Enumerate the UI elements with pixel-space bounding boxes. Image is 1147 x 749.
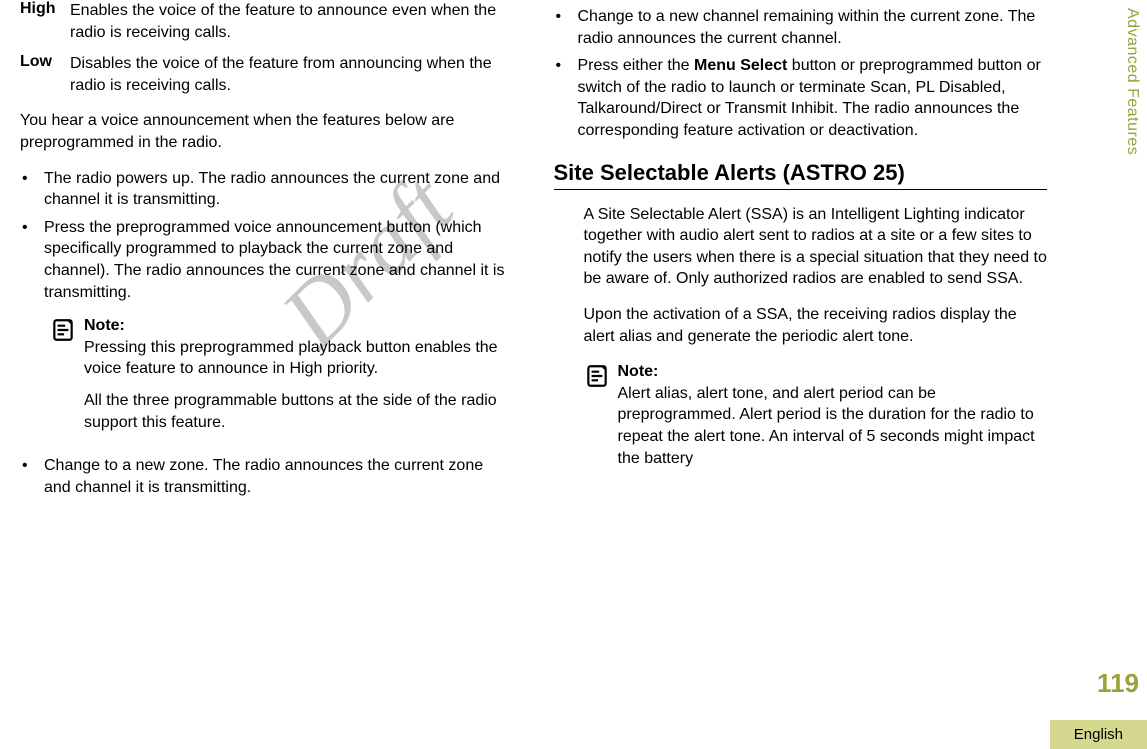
side-section-label: Advanced Features: [1123, 8, 1141, 155]
definition-row-low: Low Disables the voice of the feature fr…: [20, 53, 514, 96]
list-item: The radio powers up. The radio announces…: [20, 168, 514, 211]
note-icon: [50, 315, 84, 443]
note-label: Note:: [618, 361, 1048, 383]
definition-row-high: High Enables the voice of the feature to…: [20, 0, 514, 43]
note-body: Note: Alert alias, alert tone, and alert…: [618, 361, 1048, 479]
text-fragment: Press either the: [578, 57, 695, 74]
list-item-text: Change to a new channel remaining within…: [578, 6, 1048, 49]
list-item: Press the preprogrammed voice announceme…: [20, 217, 514, 303]
bold-text: Menu Select: [694, 57, 787, 74]
list-item: Change to a new channel remaining within…: [554, 6, 1048, 49]
note-paragraph: Pressing this preprogrammed playback but…: [84, 337, 514, 380]
bullet-list: Change to a new channel remaining within…: [554, 6, 1048, 142]
note-icon: [584, 361, 618, 479]
right-column: Change to a new channel remaining within…: [534, 0, 1048, 749]
note-label: Note:: [84, 315, 514, 337]
intro-paragraph: You hear a voice announcement when the f…: [20, 110, 514, 153]
list-item-text: Press the preprogrammed voice announceme…: [44, 217, 514, 303]
note-paragraph: All the three programmable buttons at th…: [84, 390, 514, 433]
language-label: English: [1050, 720, 1147, 749]
bullet-list: The radio powers up. The radio announces…: [20, 168, 514, 304]
note-body: Note: Pressing this preprogrammed playba…: [84, 315, 514, 443]
definition-desc: Enables the voice of the feature to anno…: [70, 0, 514, 43]
section-title: Site Selectable Alerts (ASTRO 25): [554, 160, 1048, 190]
list-item: Press either the Menu Select button or p…: [554, 55, 1048, 141]
section-body: A Site Selectable Alert (SSA) is an Inte…: [554, 204, 1048, 480]
list-item-text: Press either the Menu Select button or p…: [578, 55, 1048, 141]
list-item-text: Change to a new zone. The radio announce…: [44, 455, 514, 498]
bullet-list: Change to a new zone. The radio announce…: [20, 455, 514, 498]
list-item: Change to a new zone. The radio announce…: [20, 455, 514, 498]
paragraph: Upon the activation of a SSA, the receiv…: [584, 304, 1048, 347]
paragraph: A Site Selectable Alert (SSA) is an Inte…: [584, 204, 1048, 290]
definition-term: Low: [20, 53, 70, 96]
definition-desc: Disables the voice of the feature from a…: [70, 53, 514, 96]
page-content: High Enables the voice of the feature to…: [0, 0, 1147, 749]
note-paragraph: Alert alias, alert tone, and alert perio…: [618, 383, 1048, 469]
definition-term: High: [20, 0, 70, 43]
note-block: Note: Pressing this preprogrammed playba…: [50, 315, 514, 443]
left-column: High Enables the voice of the feature to…: [20, 0, 534, 749]
list-item-text: The radio powers up. The radio announces…: [44, 168, 514, 211]
page-number: 119: [1097, 668, 1139, 699]
right-margin: Advanced Features 119 English: [1055, 0, 1147, 749]
note-block: Note: Alert alias, alert tone, and alert…: [584, 361, 1048, 479]
